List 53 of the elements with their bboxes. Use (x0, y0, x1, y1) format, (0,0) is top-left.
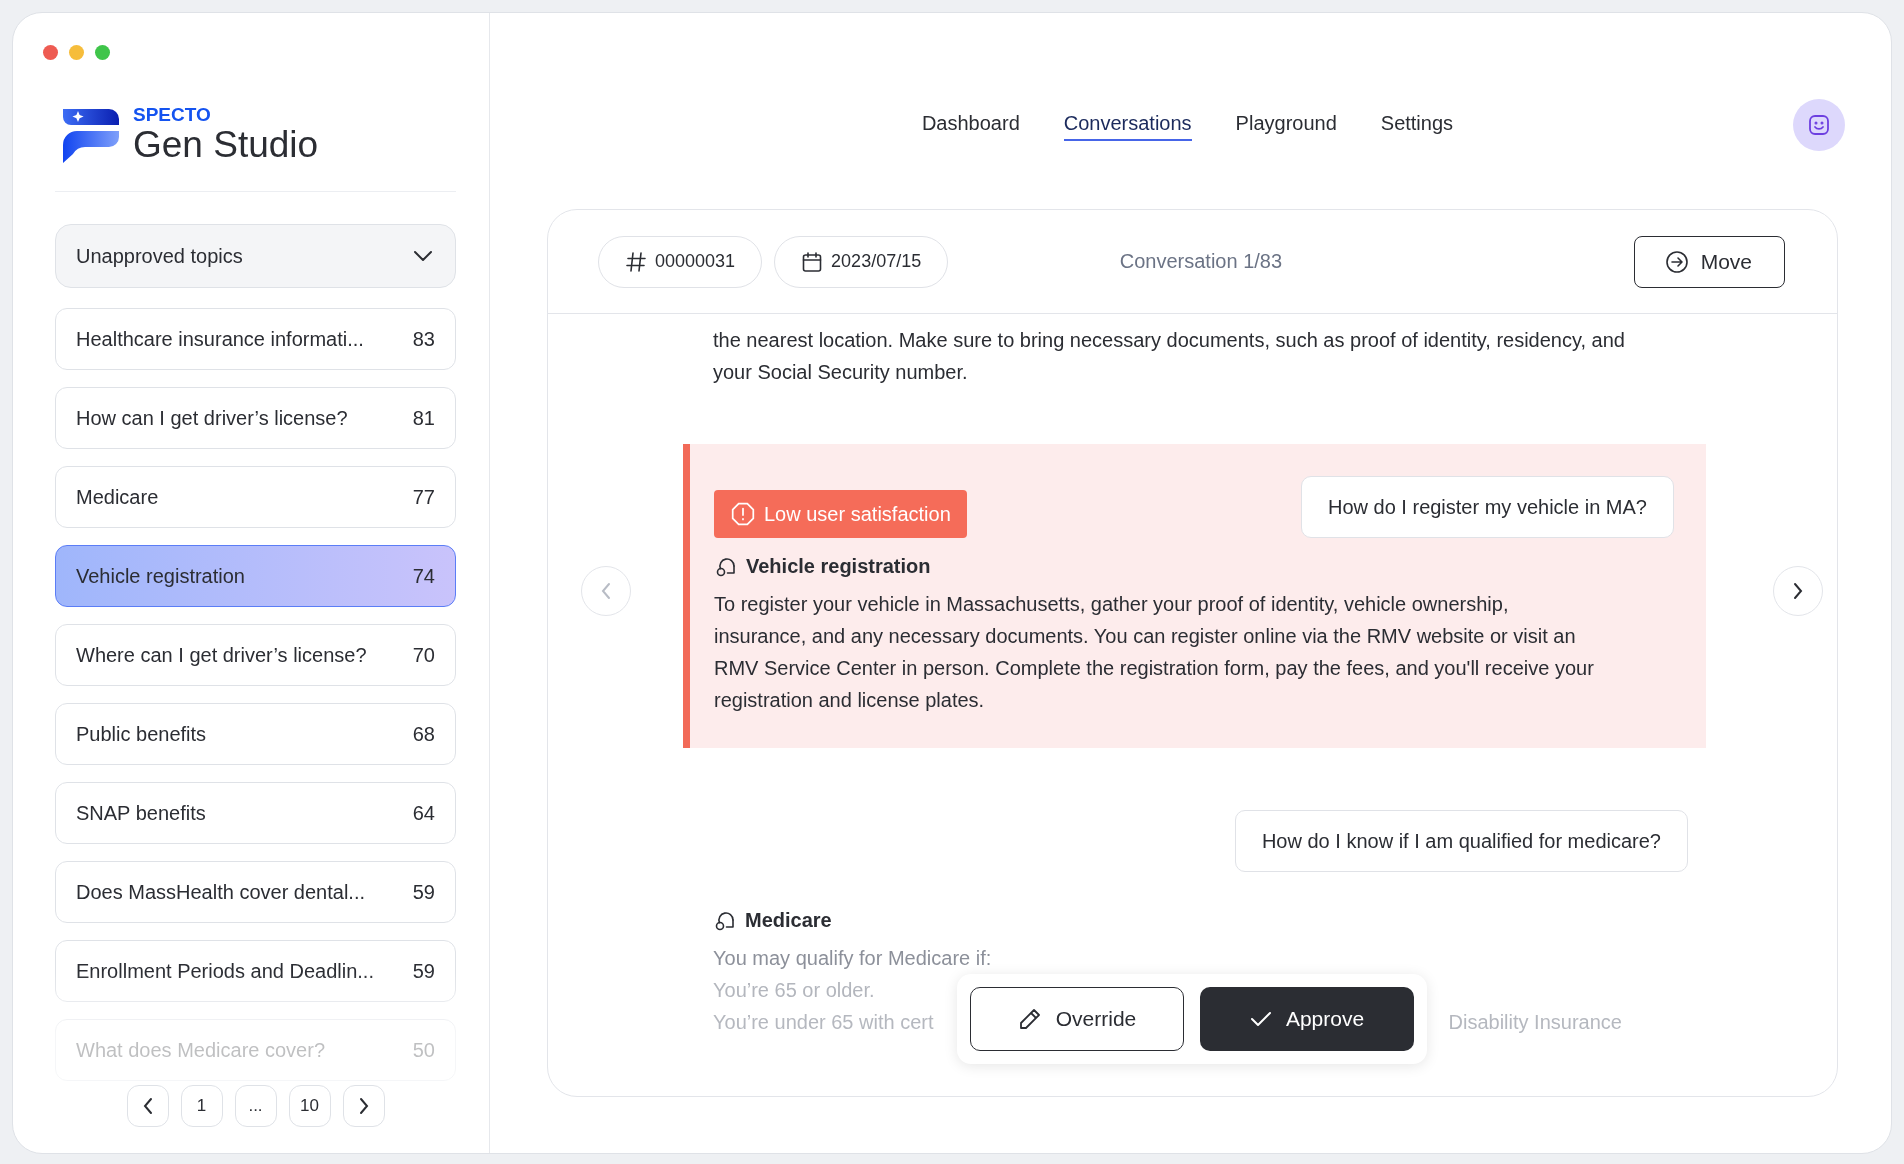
chevron-left-icon (141, 1097, 154, 1115)
topic-item[interactable]: How can I get driver’s license? 81 (55, 387, 456, 449)
approve-button[interactable]: Approve (1200, 987, 1414, 1051)
avatar-button[interactable] (1793, 99, 1845, 151)
answer-line: You’re under 65 with cert (713, 1010, 934, 1035)
logo-icon (63, 107, 121, 163)
nav-tab[interactable]: Playground (1235, 112, 1337, 141)
pencil-icon (1017, 1007, 1042, 1031)
previous-page-button[interactable] (126, 1085, 169, 1127)
topic-title: Medicare (745, 908, 832, 932)
nav-tab[interactable]: Conversations (1063, 112, 1192, 141)
answer-text: To register your vehicle in Massachusetts, gather your proof of identity, vehicle ownership, insurance, and any necessary documents. You can register online via the RMV website or visit an RMV Service Center in person. Complete the registration form, pay the fees, and you'll receive your registration and license plates. (714, 592, 1594, 713)
close-dot[interactable] (43, 45, 58, 60)
page-button[interactable]: 10 (288, 1085, 331, 1127)
topic-item[interactable]: Vehicle registration 74 (55, 545, 456, 607)
company-name: SPECTO (133, 105, 212, 125)
topic-item[interactable]: Medicare 77 (55, 466, 456, 528)
check-icon (1249, 1010, 1272, 1028)
answer-line: You’re 65 or older. (713, 979, 875, 1001)
chevron-right-icon (1792, 582, 1804, 600)
smiley-icon (1808, 114, 1830, 136)
answer-line: You may qualify for Medicare if: (713, 947, 992, 969)
topic-item[interactable]: Where can I get driver’s license? 70 (55, 624, 456, 686)
topic-item[interactable]: Enrollment Periods and Deadlin... 59 (55, 940, 456, 1002)
page-button[interactable]: 1 (180, 1085, 223, 1127)
user-question: How do I register my vehicle in MA? (1301, 476, 1674, 538)
calendar-icon (801, 250, 824, 273)
answer-text: the nearest location. Make sure to bring necessary documents, such as proof of identity, residency, and your Social Security number. (713, 328, 1626, 385)
topic-item[interactable]: Does MassHealth cover dental... 59 (55, 861, 456, 923)
topic-item[interactable]: Public benefits 68 (55, 703, 456, 765)
override-button[interactable]: Override (970, 987, 1184, 1051)
hash-icon (625, 250, 647, 273)
next-page-button[interactable] (342, 1085, 385, 1127)
conversation-counter: Conversation 1/83 (1119, 250, 1283, 272)
topic-item[interactable]: SNAP benefits 64 (55, 782, 456, 844)
page-button[interactable]: ... (234, 1085, 277, 1127)
nav-tab[interactable]: Dashboard (921, 112, 1020, 141)
arrow-circle-icon (1664, 249, 1689, 274)
chevron-down-icon (413, 250, 433, 262)
alert-icon (730, 501, 756, 527)
move-button[interactable]: Move (1633, 235, 1785, 288)
topic-filter-dropdown[interactable]: Unapproved topics (55, 224, 456, 288)
zoom-dot[interactable] (95, 45, 110, 60)
chevron-left-icon (600, 582, 612, 600)
user-question: How do I know if I am qualified for medicare? (1234, 810, 1688, 872)
minimize-dot[interactable] (69, 45, 84, 60)
product-name: Gen Studio (133, 125, 319, 165)
topic-item[interactable]: Healthcare insurance informati... 83 (55, 308, 456, 370)
answer-line: Disability Insurance (1448, 1010, 1622, 1035)
nav-tab[interactable]: Settings (1380, 112, 1454, 141)
topic-title: Vehicle registration (746, 554, 931, 578)
chevron-right-icon (357, 1097, 370, 1115)
low-satisfaction-badge: Low user satisfaction (714, 490, 967, 538)
